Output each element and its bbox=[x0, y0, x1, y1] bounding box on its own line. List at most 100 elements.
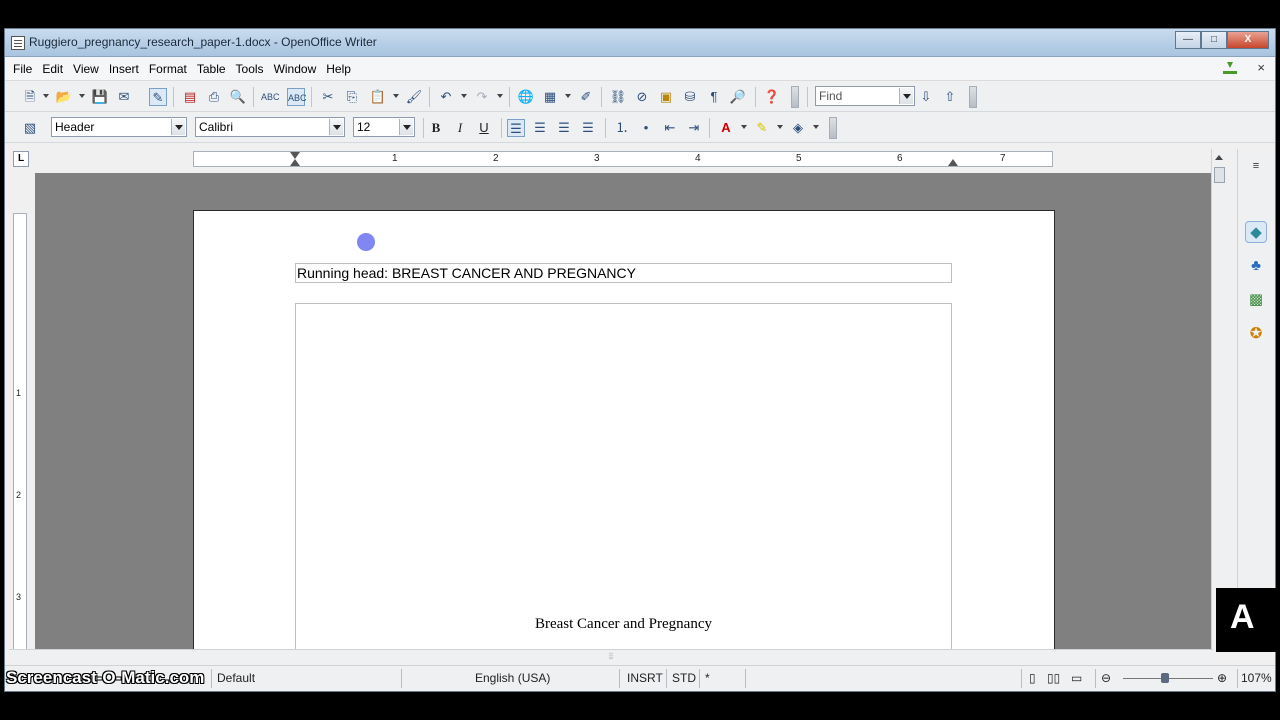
horizontal-ruler[interactable]: 1 2 3 4 5 6 7 bbox=[193, 151, 1053, 167]
document-canvas[interactable]: Running head: BREAST CANCER AND PREGNANC… bbox=[35, 173, 1215, 649]
numbering-icon[interactable]: ⒈ bbox=[613, 119, 631, 137]
font-size-select[interactable]: 12 bbox=[353, 117, 415, 137]
find-dropdown-arrow[interactable] bbox=[899, 88, 913, 104]
redo-icon[interactable]: ↷ bbox=[473, 88, 491, 106]
edit-file-icon[interactable]: ✎ bbox=[149, 88, 167, 106]
find-replace-icon[interactable]: ⛓ bbox=[609, 88, 627, 106]
undo-dropdown-arrow[interactable] bbox=[461, 94, 467, 98]
font-color-dropdown-arrow[interactable] bbox=[741, 125, 747, 129]
undo-icon[interactable]: ↶ bbox=[437, 88, 455, 106]
hscroll-grip[interactable]: ⦙⦙ bbox=[609, 652, 617, 661]
cut-icon[interactable]: ✂ bbox=[319, 88, 337, 106]
decrease-indent-icon[interactable]: ⇤ bbox=[661, 119, 679, 137]
maximize-button[interactable]: □ bbox=[1201, 31, 1227, 49]
data-sources-icon[interactable]: ⛁ bbox=[681, 88, 699, 106]
zoom-level[interactable]: 107% bbox=[1241, 671, 1272, 685]
right-indent-marker[interactable] bbox=[948, 159, 958, 166]
spellcheck-icon[interactable]: ABC bbox=[261, 88, 280, 106]
bold-button[interactable]: B bbox=[427, 119, 445, 137]
background-color-icon[interactable]: ◈ bbox=[789, 119, 807, 137]
first-line-indent-marker[interactable] bbox=[290, 152, 300, 159]
menu-edit[interactable]: Edit bbox=[38, 61, 69, 76]
selection-mode-status[interactable]: STD bbox=[672, 671, 696, 685]
nonprinting-chars-icon[interactable]: ¶ bbox=[705, 88, 723, 106]
close-button[interactable]: X bbox=[1227, 31, 1269, 49]
underline-button[interactable]: U bbox=[475, 119, 493, 137]
horizontal-scrollbar[interactable]: ⦙⦙ bbox=[9, 649, 1213, 663]
justify-icon[interactable]: ☰ bbox=[579, 119, 597, 137]
single-page-view-icon[interactable]: ▯ bbox=[1029, 671, 1036, 685]
minimize-button[interactable]: — bbox=[1175, 31, 1201, 49]
paste-icon[interactable]: 📋 bbox=[369, 88, 387, 106]
align-left-icon[interactable]: ☰ bbox=[507, 119, 525, 137]
left-indent-marker[interactable] bbox=[290, 159, 300, 166]
find-previous-icon[interactable]: ⇧ bbox=[941, 88, 959, 106]
language-status[interactable]: English (USA) bbox=[475, 671, 550, 685]
document-page[interactable]: Running head: BREAST CANCER AND PREGNANC… bbox=[193, 210, 1055, 649]
new-document-icon[interactable]: 🗎 bbox=[21, 88, 39, 106]
print-icon[interactable]: ⎙ bbox=[205, 88, 223, 106]
gallery-panel-icon[interactable]: ▩ bbox=[1245, 289, 1267, 311]
open-icon[interactable]: 📂 bbox=[55, 88, 73, 106]
insert-mode-status[interactable]: INSRT bbox=[627, 671, 663, 685]
menu-help[interactable]: Help bbox=[322, 61, 357, 76]
scroll-thumb[interactable] bbox=[1214, 167, 1225, 183]
help-icon[interactable]: ❓ bbox=[763, 88, 781, 106]
font-color-icon[interactable]: A bbox=[717, 119, 735, 137]
toolbar-grip[interactable] bbox=[791, 86, 799, 108]
paste-dropdown-arrow[interactable] bbox=[393, 94, 399, 98]
zoom-icon[interactable]: 🔎 bbox=[729, 88, 747, 106]
close-document-button[interactable]: × bbox=[1257, 60, 1265, 75]
style-dropdown-arrow[interactable] bbox=[171, 119, 185, 135]
paper-title[interactable]: Breast Cancer and Pregnancy bbox=[296, 616, 951, 633]
menu-file[interactable]: File bbox=[9, 61, 38, 76]
hyperlink-icon[interactable]: 🌐 bbox=[517, 88, 535, 106]
italic-button[interactable]: I bbox=[451, 119, 469, 137]
bullets-icon[interactable]: • bbox=[637, 119, 655, 137]
menu-view[interactable]: View bbox=[69, 61, 105, 76]
book-view-icon[interactable]: ▭ bbox=[1071, 671, 1082, 685]
running-head-text[interactable]: Running head: BREAST CANCER AND PREGNANC… bbox=[297, 265, 636, 281]
find-input[interactable]: Find bbox=[815, 86, 915, 106]
zoom-in-icon[interactable]: ⊕ bbox=[1217, 671, 1227, 685]
sidebar-menu-icon[interactable]: ≡ bbox=[1245, 155, 1267, 177]
export-pdf-icon[interactable]: ▤ bbox=[181, 88, 199, 106]
redo-dropdown-arrow[interactable] bbox=[497, 94, 503, 98]
draw-icon[interactable]: ✐ bbox=[577, 88, 595, 106]
increase-indent-icon[interactable]: ⇥ bbox=[685, 119, 703, 137]
format-toolbar-grip[interactable] bbox=[829, 117, 837, 139]
email-icon[interactable]: ✉ bbox=[115, 88, 133, 106]
zoom-out-icon[interactable]: ⊖ bbox=[1101, 671, 1111, 685]
page-style-status[interactable]: Default bbox=[217, 671, 255, 685]
align-right-icon[interactable]: ☰ bbox=[555, 119, 573, 137]
background-dropdown-arrow[interactable] bbox=[813, 125, 819, 129]
page-body-area[interactable]: Breast Cancer and Pregnancy bbox=[295, 303, 952, 649]
size-dropdown-arrow[interactable] bbox=[399, 119, 413, 135]
page-header-area[interactable]: Running head: BREAST CANCER AND PREGNANC… bbox=[295, 263, 952, 283]
menu-tools[interactable]: Tools bbox=[232, 61, 270, 76]
menu-format[interactable]: Format bbox=[145, 61, 193, 76]
styles-formatting-icon[interactable]: ▧ bbox=[21, 119, 39, 137]
navigator-panel-icon[interactable]: ✪ bbox=[1245, 323, 1267, 345]
find-next-icon[interactable]: ⇩ bbox=[917, 88, 935, 106]
copy-icon[interactable]: ⎘ bbox=[343, 88, 361, 106]
gallery-icon[interactable]: ▣ bbox=[657, 88, 675, 106]
font-name-select[interactable]: Calibri bbox=[195, 117, 345, 137]
new-dropdown-arrow[interactable] bbox=[43, 94, 49, 98]
navigator-icon[interactable]: ⊘ bbox=[633, 88, 651, 106]
menu-table[interactable]: Table bbox=[193, 61, 232, 76]
menu-window[interactable]: Window bbox=[270, 61, 323, 76]
multi-page-view-icon[interactable]: ▯▯ bbox=[1047, 671, 1060, 685]
highlight-icon[interactable]: ✎ bbox=[753, 119, 771, 137]
properties-icon[interactable]: ◆ bbox=[1245, 221, 1267, 243]
zoom-slider-knob[interactable] bbox=[1161, 673, 1169, 683]
autospellcheck-icon[interactable]: ABC bbox=[287, 88, 307, 106]
table-dropdown-arrow[interactable] bbox=[565, 94, 571, 98]
vertical-scrollbar[interactable] bbox=[1211, 149, 1227, 649]
page-preview-icon[interactable]: 🔍 bbox=[229, 88, 247, 106]
update-icon[interactable] bbox=[1223, 62, 1237, 74]
modified-status[interactable]: * bbox=[705, 671, 710, 685]
menu-insert[interactable]: Insert bbox=[105, 61, 145, 76]
highlight-dropdown-arrow[interactable] bbox=[777, 125, 783, 129]
save-icon[interactable]: 💾 bbox=[91, 88, 109, 106]
